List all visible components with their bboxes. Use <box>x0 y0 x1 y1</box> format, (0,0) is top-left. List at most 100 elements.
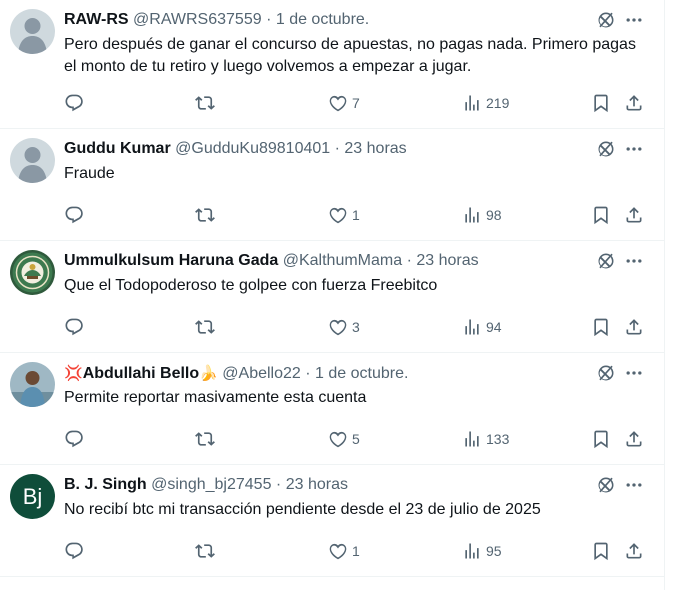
like-button[interactable]: 7 <box>328 93 360 113</box>
share-button[interactable] <box>624 541 644 561</box>
views-button[interactable]: 133 <box>462 429 509 449</box>
reply-button[interactable] <box>64 317 84 337</box>
reply-icon <box>65 206 83 224</box>
retweet-icon <box>195 96 215 110</box>
reply-tweet[interactable]: Ummulkulsum Haruna Gada @KalthumMama · 2… <box>0 241 664 353</box>
avatar[interactable] <box>10 9 55 54</box>
bookmark-button[interactable] <box>591 93 611 113</box>
tweet-actions: 3 94 <box>64 317 644 337</box>
share-icon <box>626 319 642 335</box>
reply-tweet[interactable]: Guddu Kumar @GudduKu89810401 · 23 horas … <box>0 129 664 241</box>
like-count: 1 <box>352 543 360 559</box>
retweet-button[interactable] <box>195 541 215 561</box>
retweet-button[interactable] <box>195 429 215 449</box>
separator-dot: · <box>406 252 412 269</box>
tweet-header: 💢Abdullahi Bello🍌 @Abello22 · 1 de octub… <box>64 363 644 383</box>
author-name[interactable]: Ummulkulsum Haruna Gada <box>64 252 278 269</box>
retweet-icon <box>195 432 215 446</box>
tweet-text: Permite reportar masivamente esta cuenta <box>64 389 367 406</box>
share-button[interactable] <box>624 429 644 449</box>
bookmark-button[interactable] <box>591 541 611 561</box>
views-count: 94 <box>486 319 502 335</box>
bookmark-button[interactable] <box>591 429 611 449</box>
reply-button[interactable] <box>64 429 84 449</box>
share-icon <box>626 207 642 223</box>
timestamp[interactable]: 1 de octubre. <box>276 11 369 28</box>
default-avatar-icon <box>10 138 55 183</box>
timestamp[interactable]: 23 horas <box>344 140 406 157</box>
avatar[interactable]: Bj <box>10 474 55 519</box>
tweet-text: Fraude <box>64 165 115 182</box>
more-icon[interactable] <box>624 475 644 495</box>
like-count: 5 <box>352 431 360 447</box>
tweet-text: Que el Todopoderoso te golpee con fuerza… <box>64 277 438 294</box>
more-icon[interactable] <box>624 363 644 383</box>
avatar[interactable] <box>10 138 55 183</box>
bookmark-button[interactable] <box>591 317 611 337</box>
views-icon <box>465 431 479 447</box>
reply-tweet[interactable]: 💢Abdullahi Bello🍌 @Abello22 · 1 de octub… <box>0 353 664 465</box>
retweet-button[interactable] <box>195 317 215 337</box>
like-button[interactable]: 5 <box>328 429 360 449</box>
retweet-button[interactable] <box>195 205 215 225</box>
reply-button[interactable] <box>64 93 84 113</box>
views-count: 219 <box>486 95 510 111</box>
more-icon[interactable] <box>624 139 644 159</box>
retweet-icon <box>195 544 215 558</box>
retweet-button[interactable] <box>195 93 215 113</box>
tweet-header: Guddu Kumar @GudduKu89810401 · 23 horas <box>64 139 644 159</box>
grok-icon[interactable] <box>596 10 616 30</box>
share-button[interactable] <box>624 93 644 113</box>
like-button[interactable]: 1 <box>328 541 360 561</box>
share-icon <box>626 95 642 111</box>
like-button[interactable]: 3 <box>328 317 360 337</box>
author-name[interactable]: RAW-RS <box>64 11 129 28</box>
bookmark-icon <box>594 318 608 337</box>
share-button[interactable] <box>624 205 644 225</box>
reply-button[interactable] <box>64 205 84 225</box>
heart-icon <box>329 95 347 112</box>
bookmark-icon <box>594 542 608 561</box>
reply-tweet[interactable]: RAW-RS @RAWRS637559 · 1 de octubre. Pero… <box>0 0 664 129</box>
author-name[interactable]: Guddu Kumar <box>64 140 171 157</box>
tweet-text: No recibí btc mi transacción pendiente d… <box>64 501 541 518</box>
views-icon <box>465 319 479 335</box>
grok-icon[interactable] <box>596 251 616 271</box>
views-button[interactable]: 94 <box>462 317 502 337</box>
timestamp[interactable]: 1 de octubre. <box>315 365 408 382</box>
author-handle[interactable]: @Abello22 <box>222 365 301 382</box>
bookmark-button[interactable] <box>591 205 611 225</box>
reply-button[interactable] <box>64 541 84 561</box>
author-name[interactable]: Abdullahi Bello <box>83 365 199 382</box>
views-button[interactable]: 98 <box>462 205 502 225</box>
more-icon[interactable] <box>624 10 644 30</box>
heart-icon <box>329 431 347 448</box>
timestamp[interactable]: 23 horas <box>286 476 348 493</box>
views-button[interactable]: 219 <box>462 93 509 113</box>
share-button[interactable] <box>624 317 644 337</box>
bookmark-icon <box>594 94 608 113</box>
grok-icon[interactable] <box>596 139 616 159</box>
more-icon[interactable] <box>624 251 644 271</box>
like-count: 7 <box>352 95 360 111</box>
author-handle[interactable]: @RAWRS637559 <box>133 11 262 28</box>
avatar[interactable] <box>10 250 55 295</box>
like-button[interactable]: 1 <box>328 205 360 225</box>
tweet-header: Ummulkulsum Haruna Gada @KalthumMama · 2… <box>64 251 644 271</box>
separator-dot: · <box>334 140 340 157</box>
grok-icon[interactable] <box>596 475 616 495</box>
author-name[interactable]: B. J. Singh <box>64 476 147 493</box>
author-handle[interactable]: @singh_bj27455 <box>151 476 271 493</box>
grok-icon[interactable] <box>596 363 616 383</box>
reply-icon <box>65 94 83 112</box>
author-handle[interactable]: @KalthumMama <box>283 252 402 269</box>
reply-icon <box>65 542 83 560</box>
timestamp[interactable]: 23 horas <box>416 252 478 269</box>
author-handle[interactable]: @GudduKu89810401 <box>175 140 330 157</box>
avatar[interactable] <box>10 362 55 407</box>
views-button[interactable]: 95 <box>462 541 502 561</box>
reply-tweet[interactable]: Bj B. J. Singh @singh_bj27455 · 23 horas… <box>0 465 664 577</box>
bookmark-icon <box>594 206 608 225</box>
default-avatar-icon <box>10 9 55 54</box>
like-count: 1 <box>352 207 360 223</box>
